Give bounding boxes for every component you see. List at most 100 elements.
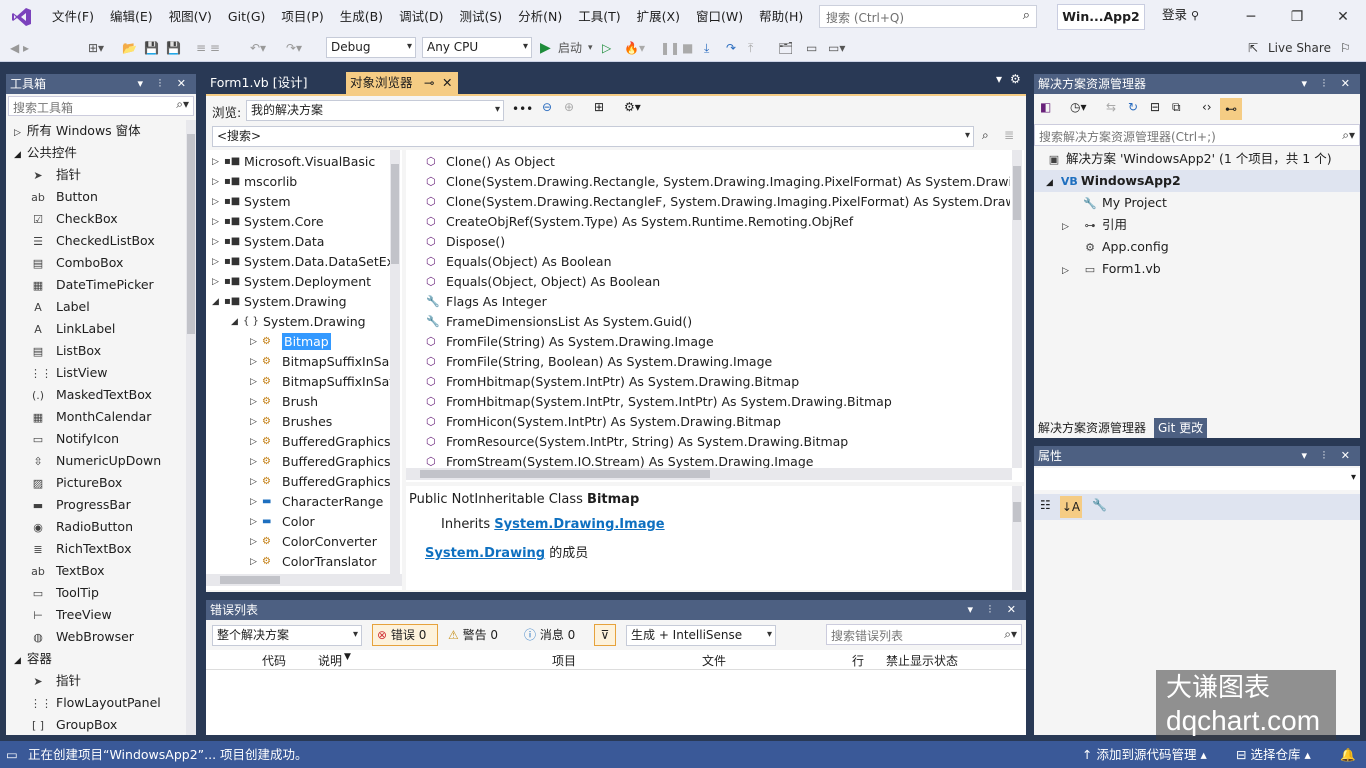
- member-item[interactable]: ⬡ FromFile(String) As System.Drawing.Imag…: [406, 332, 1010, 352]
- toolbox-item-listbox[interactable]: ▤ ListBox: [6, 340, 186, 362]
- open-folder-icon[interactable]: 📂: [122, 38, 137, 58]
- start-dropdown-icon[interactable]: ▾: [588, 38, 593, 58]
- object-tree-node[interactable]: ▷ ⚙ BitmapSuffixInSat: [206, 372, 390, 392]
- toolbox-item-datetimepicker[interactable]: ▦ DateTimePicker: [6, 274, 186, 296]
- toolbox-item-combobox[interactable]: ▤ ComboBox: [6, 252, 186, 274]
- solution-item-form1-vb[interactable]: ▷ ▭ Form1.vb: [1034, 258, 1360, 280]
- close-tab-icon[interactable]: ✕: [442, 72, 452, 94]
- tab-form1-designer[interactable]: Form1.vb [设计]: [206, 72, 311, 94]
- member-item[interactable]: ⬡ Equals(Object) As Boolean: [406, 252, 1010, 272]
- members-hscrollbar[interactable]: [406, 468, 1012, 480]
- hot-reload-icon[interactable]: 🔥▾: [624, 38, 645, 58]
- properties-object-select[interactable]: ▾: [1034, 468, 1360, 490]
- toolbox-item-monthcalendar[interactable]: ▦ MonthCalendar: [6, 406, 186, 428]
- object-tree-node[interactable]: ▷ ▬ Color: [206, 512, 390, 532]
- solution-item-my-project[interactable]: 🔧 My Project: [1034, 192, 1360, 214]
- collapse-all-icon[interactable]: ⊟: [1150, 100, 1160, 114]
- save-icon[interactable]: 💾: [144, 38, 159, 58]
- object-tree-node[interactable]: ▷ ⚙ Bitmap: [206, 332, 390, 352]
- object-tree-node[interactable]: ▷ ▪■ System.Core: [206, 212, 390, 232]
- menu-item[interactable]: 窗口(W): [688, 0, 751, 34]
- objects-hscrollbar[interactable]: [206, 574, 402, 586]
- visual-studio-logo-icon[interactable]: [0, 0, 44, 34]
- object-tree-node[interactable]: ▷ ⚙ BufferedGraphics: [206, 472, 390, 492]
- object-tree-node[interactable]: ▷ ▪■ System.Data: [206, 232, 390, 252]
- new-project-icon[interactable]: ⊞▾: [88, 38, 104, 58]
- toolbox-item-maskedtextbox[interactable]: (.) MaskedTextBox: [6, 384, 186, 406]
- view-code-icon[interactable]: ‹›: [1202, 100, 1212, 114]
- object-tree-node[interactable]: ▷ ⚙ Brushes: [206, 412, 390, 432]
- column-header[interactable]: 代码: [262, 652, 286, 669]
- menu-item[interactable]: Git(G): [220, 0, 274, 34]
- notifications-icon[interactable]: 🔔: [1340, 741, 1356, 768]
- sync-icon[interactable]: ⇆: [1106, 100, 1116, 114]
- member-item[interactable]: ⬡ CreateObjRef(System.Type) As System.Run…: [406, 212, 1010, 232]
- platform-select[interactable]: Any CPU: [422, 37, 532, 58]
- member-item[interactable]: ⬡ FromHbitmap(System.IntPtr, System.IntPt…: [406, 392, 1010, 412]
- error-search-input[interactable]: 搜索错误列表 ⌕▾: [826, 624, 1022, 645]
- history-icon[interactable]: ◷▾: [1070, 100, 1087, 114]
- toolbox-item-button[interactable]: ab Button: [6, 186, 186, 208]
- toolbox-group[interactable]: ◢ 容器: [6, 648, 186, 670]
- step-over-icon[interactable]: ↷: [726, 38, 736, 58]
- redo-icon[interactable]: ↷▾: [286, 38, 302, 58]
- toolbox-item-picturebox[interactable]: ▨ PictureBox: [6, 472, 186, 494]
- warnings-filter-button[interactable]: ⚠ 警告 0: [448, 625, 498, 645]
- toolbox-item-groupbox[interactable]: [ ] GroupBox: [6, 714, 186, 735]
- column-header[interactable]: 行: [852, 652, 864, 669]
- member-item[interactable]: ⬡ FromFile(String, Boolean) As System.Dra…: [406, 352, 1010, 372]
- member-item[interactable]: ⬡ Dispose(): [406, 232, 1010, 252]
- column-header[interactable]: 文件: [702, 652, 726, 669]
- member-item[interactable]: ⬡ Clone(System.Drawing.RectangleF, System…: [406, 192, 1010, 212]
- layout-dropdown-icon[interactable]: ▭▾: [828, 38, 845, 58]
- filter-icon[interactable]: ⊽: [594, 624, 616, 646]
- panel-controls[interactable]: ▾ ⫶ ✕: [1302, 74, 1356, 94]
- toolbox-item-tooltip[interactable]: ▭ ToolTip: [6, 582, 186, 604]
- toolbox-group[interactable]: ▷ 所有 Windows 窗体: [6, 120, 186, 142]
- pause-icon[interactable]: ❚❚: [660, 38, 680, 58]
- toolbox-item-progressbar[interactable]: ▬ ProgressBar: [6, 494, 186, 516]
- toolbox-item-item[interactable]: ➤ 指针: [6, 670, 186, 692]
- column-header[interactable]: 说明: [318, 652, 342, 669]
- tab-solution-explorer[interactable]: 解决方案资源管理器: [1034, 418, 1151, 438]
- menu-item[interactable]: 测试(S): [451, 0, 510, 34]
- build-filter-select[interactable]: 生成 + IntelliSense: [626, 625, 776, 646]
- toolbox-item-checkedlistbox[interactable]: ☰ CheckedListBox: [6, 230, 186, 252]
- column-header[interactable]: 禁止显示状态: [886, 652, 958, 669]
- close-button[interactable]: ✕: [1320, 0, 1366, 34]
- step-out-icon[interactable]: ⤒: [748, 38, 753, 58]
- browse-icon[interactable]: 🗂: [778, 38, 793, 58]
- toolbox-search-input[interactable]: 搜索工具箱 ⌕▾: [8, 96, 194, 116]
- menu-item[interactable]: 生成(B): [332, 0, 391, 34]
- vs-switch-view-icon[interactable]: ◧: [1040, 100, 1051, 114]
- menu-item[interactable]: 文件(F): [44, 0, 102, 34]
- project-node[interactable]: ◢ VB WindowsApp2: [1034, 170, 1360, 192]
- toolbox-item-listview[interactable]: ⋮⋮ ListView: [6, 362, 186, 384]
- pin-icon[interactable]: ⊸: [424, 72, 434, 94]
- toolbox-item-richtextbox[interactable]: ≣ RichTextBox: [6, 538, 186, 560]
- menu-item[interactable]: 项目(P): [273, 0, 331, 34]
- toolbox-item-label[interactable]: A Label: [6, 296, 186, 318]
- layout-icon[interactable]: ▭: [806, 38, 817, 58]
- member-item[interactable]: ⬡ FromHicon(System.IntPtr) As System.Draw…: [406, 412, 1010, 432]
- show-all-files-icon[interactable]: ⧉: [1172, 100, 1181, 115]
- add-reference-icon[interactable]: ⊞: [594, 100, 604, 114]
- property-pages-icon[interactable]: 🔧: [1092, 498, 1107, 512]
- toolbox-item-checkbox[interactable]: ☑ CheckBox: [6, 208, 186, 230]
- tab-overflow-icon[interactable]: ▾⚙: [996, 72, 1029, 86]
- back-icon[interactable]: ⊖: [542, 100, 552, 114]
- solution-search-input[interactable]: 搜索解决方案资源管理器(Ctrl+;) ⌕▾: [1034, 124, 1360, 146]
- start-without-debug-icon[interactable]: ▷: [602, 38, 611, 58]
- feedback-icon[interactable]: ⚐: [1340, 38, 1351, 58]
- member-item[interactable]: ⬡ Equals(Object, Object) As Boolean: [406, 272, 1010, 292]
- member-item[interactable]: ⬡ Clone() As Object: [406, 152, 1010, 172]
- member-item[interactable]: ⬡ FromHbitmap(System.IntPtr) As System.Dr…: [406, 372, 1010, 392]
- member-item[interactable]: 🔧 FrameDimensionsList As System.Guid(): [406, 312, 1010, 332]
- step-into-icon[interactable]: ⤓: [704, 38, 709, 58]
- login-button[interactable]: 登录 ⚲: [1162, 0, 1199, 31]
- toolbox-item-linklabel[interactable]: A LinkLabel: [6, 318, 186, 340]
- solution-name-badge[interactable]: Win...App2: [1057, 4, 1145, 30]
- error-scope-select[interactable]: 整个解决方案: [212, 625, 362, 646]
- solution-item-app-config[interactable]: ⚙ App.config: [1034, 236, 1360, 258]
- description-scrollbar[interactable]: [1012, 486, 1022, 590]
